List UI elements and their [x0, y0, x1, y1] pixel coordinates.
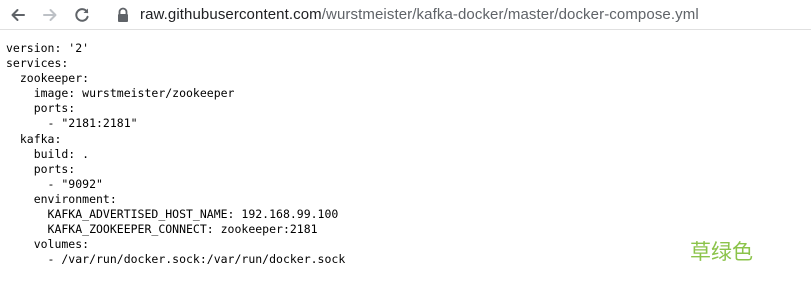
arrow-forward-icon — [42, 7, 58, 23]
arrow-back-icon — [10, 7, 26, 23]
back-button[interactable] — [8, 5, 28, 25]
code-line: ports: — [6, 101, 76, 116]
address-bar[interactable]: raw.githubusercontent.com/wurstmeister/k… — [140, 5, 699, 25]
browser-toolbar: raw.githubusercontent.com/wurstmeister/k… — [0, 0, 811, 30]
watermark-text: 草绿色 — [690, 240, 753, 264]
yaml-document: version: '2' services: zookeeper: image:… — [6, 41, 345, 267]
reload-button[interactable] — [72, 5, 92, 25]
forward-button[interactable] — [40, 5, 60, 25]
code-line: kafka: — [6, 131, 62, 146]
code-line: zookeeper: — [6, 71, 90, 86]
reload-icon — [74, 7, 90, 23]
code-line: environment: — [6, 191, 117, 206]
code-line: - "2181:2181" — [6, 116, 138, 131]
code-line: KAFKA_ZOOKEEPER_CONNECT: zookeeper:2181 — [6, 222, 318, 237]
code-line: - "9092" — [6, 176, 103, 191]
lock-icon[interactable] — [116, 7, 130, 23]
code-line: build: . — [6, 146, 90, 161]
code-line: services: — [6, 56, 69, 71]
url-path: /wurstmeister/kafka-docker/master/docker… — [321, 6, 699, 23]
code-line: ports: — [6, 161, 76, 176]
code-line: KAFKA_ADVERTISED_HOST_NAME: 192.168.99.1… — [6, 207, 339, 222]
code-line: image: wurstmeister/zookeeper — [6, 86, 235, 101]
code-line: - /var/run/docker.sock:/var/run/docker.s… — [6, 252, 346, 267]
code-line: version: '2' — [6, 41, 90, 55]
code-line: volumes: — [6, 237, 90, 252]
url-host: raw.githubusercontent.com — [140, 6, 322, 23]
